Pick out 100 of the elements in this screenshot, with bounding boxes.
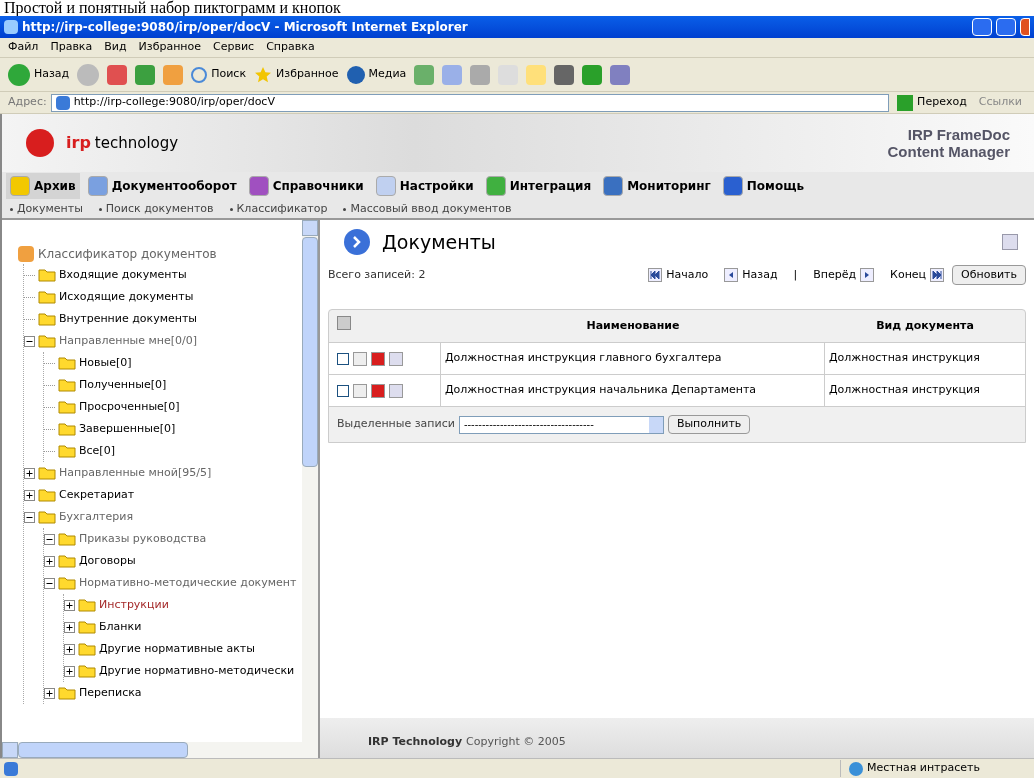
collapse-toggle-icon[interactable]: [24, 335, 35, 347]
folder-icon: [38, 312, 56, 326]
nav-tab[interactable]: Интеграция: [481, 173, 596, 199]
folder-icon: [58, 554, 76, 568]
bulk-action-select[interactable]: ------------------------------------: [458, 415, 664, 434]
subnav-link[interactable]: Поиск документов: [105, 200, 214, 218]
tree-item[interactable]: Просроченные[0]: [79, 398, 180, 416]
record-count: Всего записей: 2: [328, 266, 427, 283]
run-button[interactable]: Выполнить: [667, 415, 751, 434]
bullet-icon: [98, 207, 102, 211]
address-field[interactable]: http://irp-college:9080/irp/oper/docV: [50, 93, 890, 112]
tree-item[interactable]: Направленные мне[0/0]: [59, 332, 198, 350]
media-button[interactable]: Медиа: [346, 65, 407, 84]
folder-icon: [58, 686, 76, 700]
nav-tab[interactable]: Справочники: [244, 173, 368, 199]
column-header: Наименование: [585, 317, 681, 334]
tree-item[interactable]: Другие нормативно-методически: [99, 662, 295, 680]
tree-item[interactable]: Полученные[0]: [79, 376, 167, 394]
expand-toggle-icon[interactable]: [24, 467, 35, 479]
product-name: Content Manager: [887, 143, 1010, 160]
row-checkbox[interactable]: [337, 384, 349, 397]
folder-icon: [58, 576, 76, 590]
tree-item[interactable]: Направленные мной[95/5]: [59, 464, 212, 482]
tree-root[interactable]: Классификатор документов: [38, 245, 217, 263]
tree-item[interactable]: Завершенные[0]: [79, 420, 176, 438]
tree-item[interactable]: Инструкции: [99, 596, 169, 614]
tree-item[interactable]: Бухгалтерия: [59, 508, 134, 526]
folder-icon: [58, 444, 76, 458]
next-page-link[interactable]: Вперёд: [813, 266, 857, 283]
subnav-link[interactable]: Классификатор: [236, 200, 328, 218]
next-page-icon[interactable]: [860, 267, 875, 282]
favorites-button[interactable]: Избранное: [254, 65, 339, 84]
tree-item[interactable]: Нормативно-методические документ: [79, 574, 297, 592]
previous-page-link[interactable]: Назад: [742, 266, 778, 283]
menu-item[interactable]: Файл: [8, 39, 39, 56]
nav-tab[interactable]: Мониторинг: [599, 173, 715, 199]
pager-separator: |: [793, 266, 798, 283]
close-button[interactable]: [1020, 18, 1030, 36]
folder-icon: [58, 422, 76, 436]
subnav-link[interactable]: Документы: [17, 200, 83, 218]
table-cell: Должностная инструкция начальника Департамента: [441, 375, 825, 406]
vertical-scrollbar[interactable]: [302, 220, 318, 742]
tree-item[interactable]: Приказы руководства: [79, 530, 207, 548]
row-checkbox[interactable]: [337, 352, 349, 365]
column-header: Вид документа: [875, 317, 975, 334]
star-icon: [254, 65, 273, 84]
restore-button[interactable]: [996, 18, 1016, 36]
window-title: http://irp-college:9080/irp/oper/docV - Microsoft Internet Explorer: [22, 19, 469, 36]
previous-page-icon[interactable]: [724, 267, 739, 282]
logo-text: technology: [94, 132, 179, 154]
subnav-link[interactable]: Массовый ввод документов: [350, 200, 512, 218]
expand-toggle-icon[interactable]: [64, 665, 75, 677]
folder-icon: [38, 488, 56, 502]
tree-item[interactable]: Новые[0]: [79, 354, 132, 372]
expand-toggle-icon[interactable]: [44, 555, 55, 567]
tree-item[interactable]: Исходящие документы: [59, 288, 194, 306]
last-page-icon[interactable]: [930, 267, 945, 282]
tree-item[interactable]: Входящие документы: [59, 266, 187, 284]
tree-item[interactable]: Все[0]: [79, 442, 115, 460]
first-page-link[interactable]: Начало: [666, 266, 709, 283]
menu-item[interactable]: Справка: [266, 39, 315, 56]
menu-item[interactable]: Правка: [50, 39, 93, 56]
collapse-toggle-icon[interactable]: [24, 511, 35, 523]
first-page-icon[interactable]: [648, 267, 663, 282]
expand-toggle-icon[interactable]: [64, 621, 75, 633]
nav-tab[interactable]: Архив: [6, 173, 80, 199]
minimize-button[interactable]: [972, 18, 992, 36]
folder-icon: [78, 664, 96, 678]
tree-item[interactable]: Другие нормативные акты: [99, 640, 255, 658]
expand-toggle-icon[interactable]: [24, 489, 35, 501]
collapse-toggle-icon[interactable]: [44, 577, 55, 589]
search-button[interactable]: Поиск: [191, 66, 247, 83]
folder-icon: [58, 378, 76, 392]
menu-item[interactable]: Избранное: [138, 39, 202, 56]
menu-item[interactable]: Вид: [104, 39, 127, 56]
tree-item[interactable]: Внутренние документы: [59, 310, 198, 328]
tree-item[interactable]: Переписка: [79, 684, 142, 702]
folder-icon: [38, 334, 56, 348]
document-caption: Простой и понятный набор пиктограмм и кнопок: [0, 0, 1034, 16]
go-button[interactable]: Переход: [893, 94, 971, 111]
nav-tab[interactable]: Настройки: [371, 173, 478, 199]
folder-icon: [38, 466, 56, 480]
tree-item[interactable]: Секретариат: [59, 486, 135, 504]
table-cell-text: Должностная инструкция: [828, 350, 981, 367]
folder-icon: [78, 642, 96, 656]
collapse-toggle-icon[interactable]: [44, 533, 55, 545]
horizontal-scrollbar[interactable]: [2, 742, 318, 758]
last-page-link[interactable]: Конец: [890, 266, 927, 283]
menu-item[interactable]: Сервис: [213, 39, 255, 56]
refresh-button[interactable]: Обновить: [952, 264, 1026, 285]
nav-tab[interactable]: Помощь: [718, 173, 809, 199]
expand-toggle-icon[interactable]: [64, 643, 75, 655]
nav-tab[interactable]: Документооборот: [83, 173, 241, 199]
tree-item[interactable]: Бланки: [99, 618, 142, 636]
expand-toggle-icon[interactable]: [44, 687, 55, 699]
expand-toggle-icon[interactable]: [64, 599, 75, 611]
bullet-icon: [343, 207, 347, 211]
tree-item[interactable]: Договоры: [79, 552, 136, 570]
bulk-label: Выделенные записи: [337, 416, 455, 433]
back-button[interactable]: Назад: [8, 63, 70, 86]
